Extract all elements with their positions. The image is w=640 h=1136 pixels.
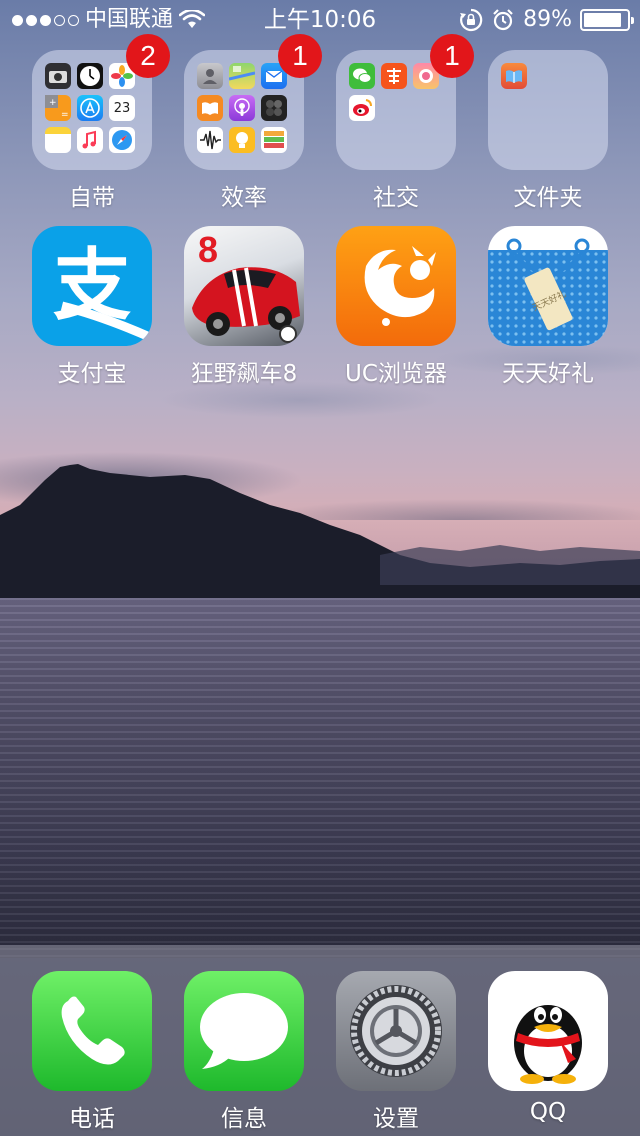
- folder-builtin[interactable]: 2 + = 23 自带: [16, 34, 170, 212]
- wallpaper-water: [0, 598, 640, 958]
- app-label: 信息: [221, 1106, 267, 1132]
- folder-label: 自带: [69, 185, 115, 211]
- status-bar: 中国联通 上午10:06 89%: [0, 0, 640, 40]
- wechat-icon: [349, 63, 375, 89]
- voice-memos-icon: [197, 127, 223, 153]
- app-asphalt8[interactable]: 8 狂野飙车8: [168, 226, 320, 388]
- svg-text:=: =: [61, 110, 69, 120]
- calculator-icon: + =: [45, 95, 71, 121]
- folder-label: 文件夹: [513, 185, 583, 211]
- battery-icon: [580, 9, 634, 31]
- dock: 电话 信息 设置 QQ: [0, 945, 640, 1136]
- podcasts-icon: [229, 95, 255, 121]
- app-label: 设置: [373, 1106, 419, 1132]
- alarm-icon: [493, 9, 513, 31]
- app-label: 支付宝: [57, 361, 127, 387]
- app-label: QQ: [529, 1099, 567, 1125]
- calendar-icon: 23: [109, 95, 135, 121]
- folder-productivity[interactable]: 1 效率: [168, 34, 322, 212]
- qq-icon[interactable]: [488, 971, 608, 1091]
- weibo-icon: [349, 95, 375, 121]
- dock-app-settings[interactable]: 设置: [320, 971, 472, 1133]
- safari-icon: [109, 127, 135, 153]
- app-store-icon: [77, 95, 103, 121]
- notification-badge: 1: [278, 34, 322, 78]
- reminders-icon: [261, 127, 287, 153]
- clock-icon: [77, 63, 103, 89]
- status-right: 89%: [459, 0, 634, 40]
- alipay-icon[interactable]: 支: [32, 226, 152, 346]
- notes-icon: [45, 127, 71, 153]
- battery-fill: [584, 13, 622, 27]
- music-icon: [77, 127, 103, 153]
- folder-label: 效率: [221, 185, 267, 211]
- uc-browser-icon[interactable]: [336, 226, 456, 346]
- app-label: UC浏览器: [345, 361, 447, 387]
- notification-badge: 1: [430, 34, 474, 78]
- app-label: 狂野飙车8: [190, 361, 298, 387]
- camera-icon: [45, 63, 71, 89]
- dock-app-phone[interactable]: 电话: [16, 971, 168, 1133]
- contacts-icon: [197, 63, 223, 89]
- battery-percent: 89%: [523, 7, 572, 32]
- ibooks-icon: [197, 95, 223, 121]
- dock-app-messages[interactable]: 信息: [168, 971, 320, 1133]
- tips-icon: [229, 127, 255, 153]
- settings-icon[interactable]: [336, 971, 456, 1091]
- app-label: 天天好礼: [502, 361, 594, 387]
- svg-text:+: +: [49, 98, 57, 108]
- asphalt8-glyph: 8: [198, 229, 218, 270]
- asphalt8-icon[interactable]: 8: [184, 226, 304, 346]
- folder-icon[interactable]: [488, 50, 608, 170]
- app-alipay[interactable]: 支 支付宝: [16, 226, 168, 388]
- folder-files[interactable]: 文件夹: [472, 50, 624, 212]
- rotation-lock-icon: [460, 8, 483, 32]
- dock-app-qq[interactable]: QQ: [472, 971, 624, 1125]
- folder-label: 社交: [373, 185, 419, 211]
- maps-icon: [228, 63, 256, 89]
- ibooks-icon: [501, 63, 527, 89]
- wallpaper-hill: [0, 464, 640, 605]
- messages-icon[interactable]: [184, 971, 304, 1091]
- phone-icon[interactable]: [32, 971, 152, 1091]
- tiantian-haoli-icon[interactable]: 天天好礼: [488, 226, 608, 346]
- notification-badge: 2: [126, 34, 170, 78]
- app-tiantian-haoli[interactable]: 天天好礼 天天好礼: [472, 226, 624, 388]
- taobao-icon: [381, 63, 407, 89]
- game-center-icon: [261, 95, 287, 121]
- app-uc-browser[interactable]: UC浏览器: [320, 226, 472, 388]
- calendar-day: 23: [113, 101, 131, 116]
- app-label: 电话: [69, 1106, 115, 1132]
- folder-social[interactable]: 1 社交: [320, 34, 474, 212]
